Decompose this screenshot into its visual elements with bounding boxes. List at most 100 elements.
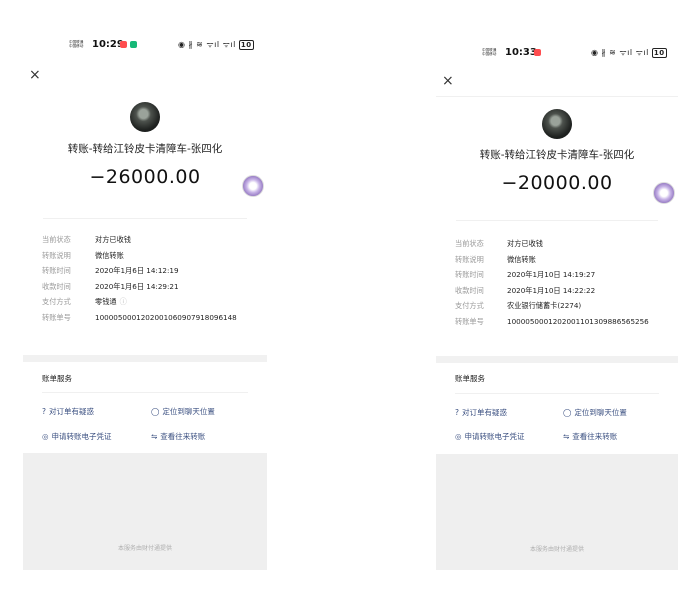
screen-right: 中国联通 中国移动 10:33 ◉ ∦ ≋ ᯤıl ᯤıl 10 × 转账-转给… [436, 38, 678, 570]
service-label: 申请转账电子凭证 [51, 432, 112, 441]
battery-icon: 10 [238, 40, 254, 50]
service-label: 对订单有疑惑 [48, 407, 94, 416]
wechat-icon [130, 41, 137, 48]
swap-icon: ⇋ [563, 432, 570, 441]
detail-value: 对方已收钱 [95, 235, 131, 244]
detail-label: 转账时间 [42, 266, 71, 276]
receipt-icon: ◎ [455, 432, 462, 441]
divider [43, 218, 247, 219]
service-label: 查看往来转账 [160, 432, 206, 441]
footer-note: 本服务由财付通提供 [117, 545, 172, 552]
service-order-question[interactable]: ? 对订单有疑惑 [42, 406, 94, 417]
detail-row-status: 当前状态 对方已收钱 [42, 235, 267, 251]
detail-label: 转账说明 [455, 254, 484, 264]
detail-label: 转账单号 [42, 312, 71, 322]
detail-row-note: 转账说明 微信转账 [42, 251, 267, 267]
detail-row-order-number: 转账单号 1000050001202001101309886565256 [455, 317, 680, 333]
service-locate-chat[interactable]: ◯ 定位到聊天位置 [151, 406, 215, 417]
detail-row-receive-time: 收款时间 2020年1月6日 14:29:21 [42, 282, 267, 298]
detail-value: 1000050001202001101309886565256 [507, 316, 649, 326]
detail-label: 转账说明 [42, 250, 71, 260]
status-bar: 中国联通 中国移动 10:33 ◉ ∦ ≋ ᯤıl ᯤıl 10 [436, 46, 678, 60]
detail-row-note: 转账说明 微信转账 [455, 255, 680, 271]
signal-icons: ◉ ∦ ≋ ᯤıl ᯤıl 10 [591, 47, 667, 58]
screen-left: 中国联通 中国移动 10:29 ◉ ∦ ≋ ᯤıl ᯤıl 10 × 转账-转给… [23, 30, 267, 570]
service-label: 申请转账电子凭证 [464, 432, 525, 441]
notification-icon [120, 41, 127, 48]
swap-icon: ⇋ [151, 432, 158, 441]
divider [436, 96, 678, 97]
detail-label: 支付方式 [455, 301, 484, 311]
close-icon[interactable]: × [442, 74, 454, 88]
question-icon: ? [42, 407, 46, 416]
service-label: 查看往来转账 [572, 432, 618, 441]
detail-value: 微信转账 [507, 254, 536, 264]
receipt-icon: ◎ [42, 432, 49, 441]
avatar[interactable] [542, 109, 572, 139]
detail-value: 农业银行储蓄卡(2274) [507, 301, 582, 311]
detail-value: 对方已收钱 [507, 239, 543, 248]
divider [42, 392, 248, 393]
divider [456, 220, 658, 221]
detail-label: 当前状态 [42, 235, 71, 244]
carrier-label: 中国联通 中国移动 [69, 40, 84, 49]
detail-label: 转账时间 [455, 270, 484, 280]
detail-row-receive-time: 收款时间 2020年1月10日 14:22:22 [455, 286, 680, 302]
detail-value: 1000050001202001060907918096148 [95, 312, 237, 322]
avatar[interactable] [130, 102, 160, 132]
detail-value: 2020年1月10日 14:22:22 [507, 285, 596, 295]
chat-bubble-icon: ◯ [563, 408, 572, 417]
notification-icon [534, 49, 541, 56]
chat-bubble-icon: ◯ [151, 407, 160, 416]
carrier-label: 中国联通 中国移动 [482, 48, 497, 57]
footer-area: 本服务由财付通提供 [23, 453, 267, 570]
transfer-amount: −20000.00 [501, 172, 613, 194]
detail-label: 收款时间 [42, 281, 71, 291]
question-icon: ? [455, 408, 459, 417]
transfer-title: 转账-转给江铃皮卡清障车-张四化 [479, 149, 635, 161]
service-e-voucher[interactable]: ◎ 申请转账电子凭证 [42, 431, 112, 442]
close-icon[interactable]: × [29, 68, 41, 82]
detail-value: 零钱通 [95, 297, 117, 307]
detail-value: 2020年1月10日 14:19:27 [507, 270, 596, 280]
detail-row-status: 当前状态 对方已收钱 [455, 239, 680, 255]
detail-row-payment-method: 支付方式 农业银行储蓄卡(2274) [455, 301, 680, 317]
detail-value: 微信转账 [95, 250, 124, 260]
floating-badge-icon[interactable] [242, 175, 264, 197]
service-transfer-history[interactable]: ⇋ 查看往来转账 [151, 431, 205, 442]
detail-label: 收款时间 [455, 285, 484, 295]
service-order-question[interactable]: ? 对订单有疑惑 [455, 407, 507, 418]
detail-list: 当前状态 对方已收钱 转账说明 微信转账 转账时间 2020年1月10日 14:… [455, 239, 680, 333]
detail-row-payment-method: 支付方式 零钱通 ⓘ [42, 297, 267, 313]
detail-value: 2020年1月6日 14:29:21 [95, 281, 179, 291]
footer-area: 本服务由财付通提供 [436, 454, 678, 570]
detail-row-transfer-time: 转账时间 2020年1月10日 14:19:27 [455, 270, 680, 286]
service-transfer-history[interactable]: ⇋ 查看往来转账 [563, 431, 617, 442]
service-label: 定位到聊天位置 [162, 407, 215, 416]
status-bar: 中国联通 中国移动 10:29 ◉ ∦ ≋ ᯤıl ᯤıl 10 [23, 38, 267, 52]
detail-label: 支付方式 [42, 297, 71, 307]
transfer-title: 转账-转给江铃皮卡清障车-张四化 [67, 143, 223, 155]
footer-note: 本服务由财付通提供 [529, 546, 584, 553]
info-icon[interactable]: ⓘ [120, 297, 127, 306]
section-separator [23, 355, 267, 362]
signal-icon: ◉ ∦ ≋ ᯤıl ᯤıl [178, 40, 236, 49]
services-title: 账单服务 [42, 374, 72, 383]
status-time: 10:33 [505, 47, 537, 58]
service-e-voucher[interactable]: ◎ 申请转账电子凭证 [455, 431, 525, 442]
signal-icon: ◉ ∦ ≋ ᯤıl ᯤıl [591, 48, 649, 57]
divider [455, 393, 659, 394]
floating-badge-icon[interactable] [653, 182, 675, 204]
service-locate-chat[interactable]: ◯ 定位到聊天位置 [563, 407, 627, 418]
detail-row-transfer-time: 转账时间 2020年1月6日 14:12:19 [42, 266, 267, 282]
detail-value-wrap: 零钱通 ⓘ [95, 297, 127, 307]
service-label: 定位到聊天位置 [574, 408, 627, 417]
signal-icons: ◉ ∦ ≋ ᯤıl ᯤıl 10 [178, 39, 254, 50]
battery-icon: 10 [651, 48, 667, 58]
services-title: 账单服务 [455, 374, 485, 383]
detail-list: 当前状态 对方已收钱 转账说明 微信转账 转账时间 2020年1月6日 14:1… [42, 235, 267, 329]
detail-label: 当前状态 [455, 239, 484, 248]
section-separator [436, 356, 678, 363]
detail-label: 转账单号 [455, 316, 484, 326]
detail-row-order-number: 转账单号 1000050001202001060907918096148 [42, 313, 267, 329]
